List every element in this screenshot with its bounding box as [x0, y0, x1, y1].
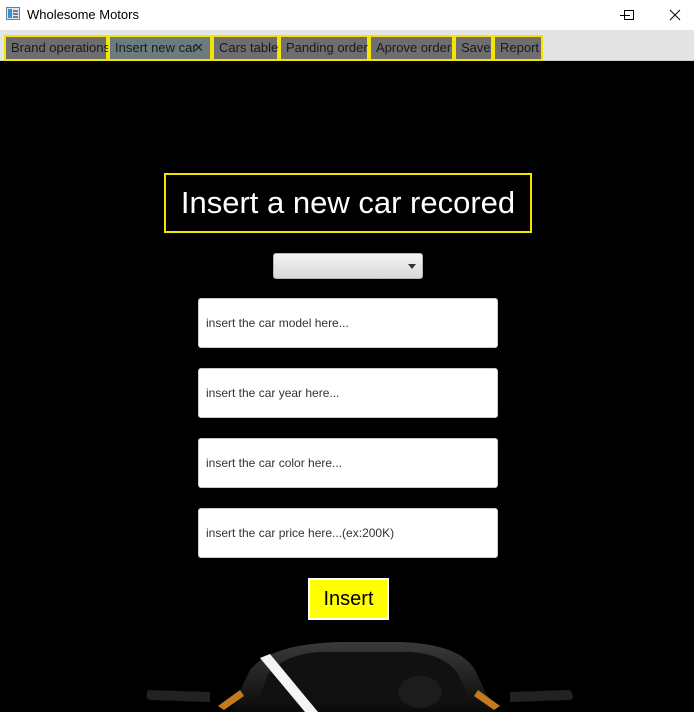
tab-save[interactable]: Save	[454, 35, 493, 61]
maximize-icon	[624, 10, 634, 20]
tab-label: Aprove order	[376, 40, 452, 55]
maximize-button[interactable]	[606, 0, 652, 30]
tab-bar: Brand operations Insert new car ✕ Cars t…	[0, 30, 694, 61]
brand-select[interactable]	[273, 253, 423, 279]
tab-label: Brand operations	[11, 40, 111, 55]
car-color-field-wrapper	[198, 438, 498, 488]
tab-report[interactable]: Report	[493, 35, 543, 61]
tab-insert-new-car[interactable]: Insert new car ✕	[108, 35, 212, 61]
page-heading: Insert a new car recored	[164, 173, 532, 233]
app-icon	[6, 7, 20, 20]
close-button[interactable]	[652, 0, 694, 30]
car-model-input[interactable]	[199, 299, 497, 347]
tab-label: Insert new car	[115, 40, 197, 55]
car-price-field-wrapper	[198, 508, 498, 558]
tab-brand-operations[interactable]: Brand operations	[4, 35, 111, 61]
tab-cars-table[interactable]: Cars table	[212, 35, 279, 61]
car-price-input[interactable]	[199, 509, 497, 557]
tab-approve-order[interactable]: Aprove order	[369, 35, 454, 61]
car-year-input[interactable]	[199, 369, 497, 417]
car-year-field-wrapper	[198, 368, 498, 418]
tab-label: Report	[500, 40, 540, 55]
tab-pending-order[interactable]: Panding order	[279, 35, 369, 61]
title-bar: Wholesome Motors	[0, 0, 694, 30]
insert-button[interactable]: Insert	[308, 578, 389, 620]
tab-label: Save	[461, 40, 491, 55]
window-title: Wholesome Motors	[27, 7, 139, 22]
tab-label: Panding order	[286, 40, 368, 55]
car-color-input[interactable]	[199, 439, 497, 487]
tab-close-icon[interactable]: ✕	[193, 37, 204, 59]
close-icon	[669, 9, 681, 21]
car-model-field-wrapper	[198, 298, 498, 348]
chevron-down-icon	[408, 264, 416, 269]
tab-label: Cars table	[219, 40, 279, 55]
car-background-image	[146, 642, 573, 712]
